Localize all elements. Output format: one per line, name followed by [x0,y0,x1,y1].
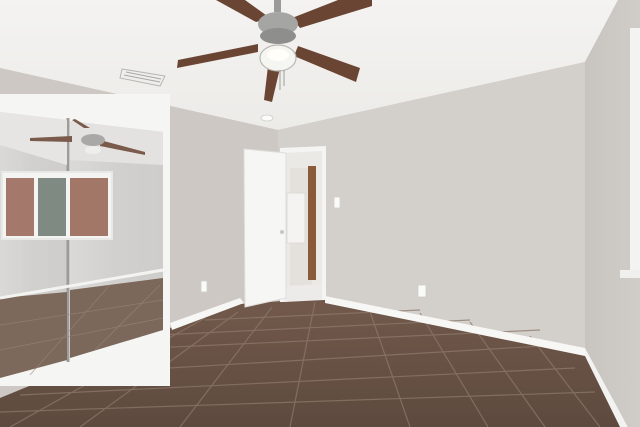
window-sill [620,270,640,278]
reflected-brick-right [70,178,108,236]
hallway-far-door [286,192,306,244]
outlet-icon [417,284,427,298]
bedroom-door[interactable] [243,148,287,308]
door-knob[interactable] [280,230,284,234]
hallway-floor [284,284,324,302]
bedroom-photo [0,0,640,427]
reflected-glass [38,178,66,236]
reflected-brick-left [6,178,34,236]
light-switch-icon[interactable] [333,196,341,209]
window-edge [630,28,640,278]
smoke-detector-icon [260,114,274,122]
outlet-icon-left [200,280,208,293]
hallway-wood-trim [308,166,316,280]
